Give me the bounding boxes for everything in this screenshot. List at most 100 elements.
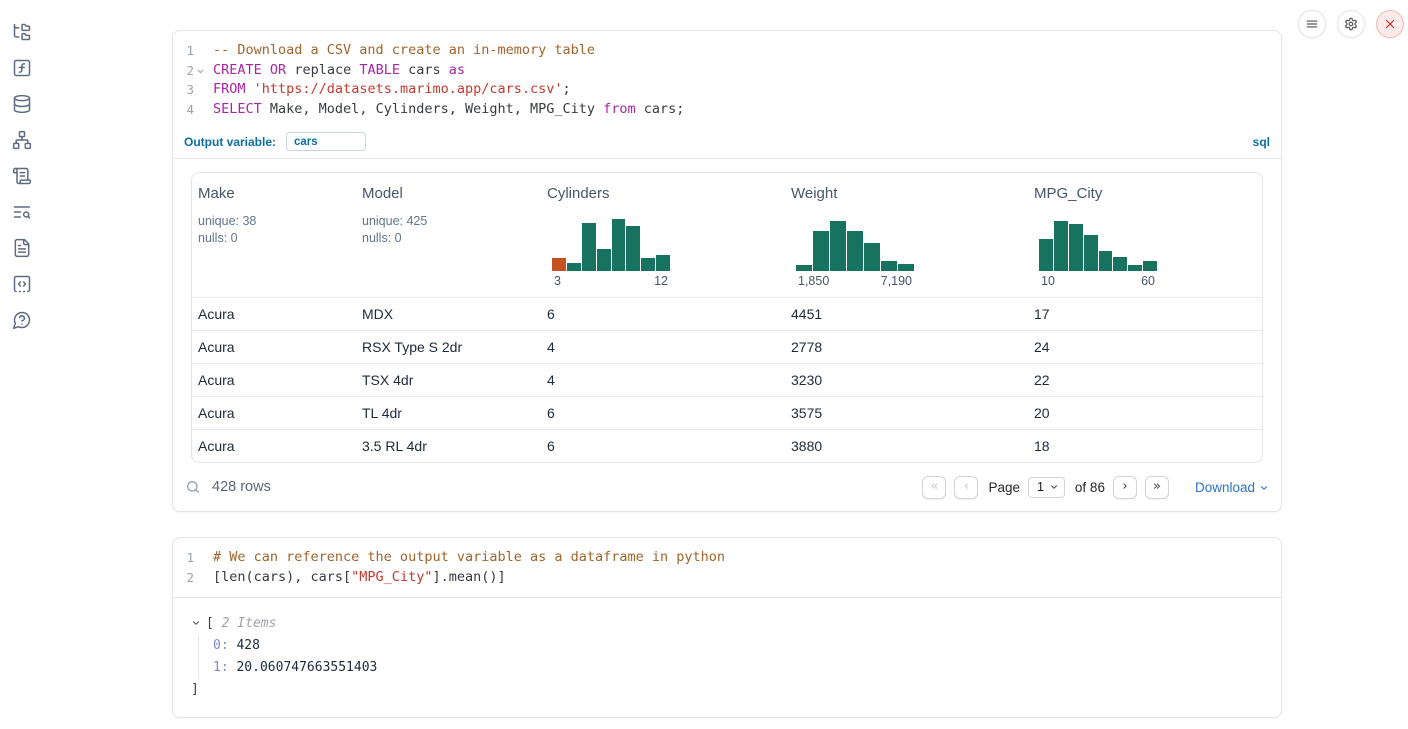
last-page-button[interactable]: » [1145, 476, 1169, 499]
panel-logs[interactable] [12, 202, 32, 222]
code-text: SELECT Make, Model, Cylinders, Weight, M… [213, 100, 684, 120]
histogram-bar [1099, 251, 1113, 271]
table-cell: RSX Type S 2dr [356, 339, 541, 355]
table-cell: 6 [541, 438, 785, 454]
column-header-make[interactable]: Makeunique: 38nulls: 0 [192, 173, 356, 297]
sql-code-editor[interactable]: 1-- Download a CSV and create an in-memo… [173, 31, 1281, 128]
search-button[interactable] [181, 475, 205, 499]
output-variable-label: Output variable: [184, 135, 276, 149]
histogram-bar [1113, 257, 1127, 271]
python-code-editor[interactable]: 1# We can reference the output variable … [173, 538, 1281, 596]
tree-open-bracket: [ [206, 616, 214, 631]
panel-documentation[interactable] [12, 238, 32, 258]
line-number: 2 [173, 568, 194, 588]
fold-toggle[interactable] [196, 67, 205, 76]
table-cell: 4451 [785, 306, 1028, 322]
table-cell: 18 [1028, 438, 1262, 454]
column-stats: unique: 425nulls: 0 [362, 213, 535, 246]
line-number: 2 [173, 61, 194, 81]
table-row: AcuraRSX Type S 2dr4277824 [192, 330, 1262, 363]
histogram-bars [552, 218, 670, 271]
code-text: # We can reference the output variable a… [213, 548, 725, 568]
histogram-axis-labels: 3 12 [552, 274, 670, 288]
histogram-bar [847, 231, 863, 271]
panel-snippets[interactable] [12, 274, 32, 294]
histogram-bar [1039, 239, 1053, 271]
output-variable-input[interactable] [286, 132, 366, 151]
table-cell: 20 [1028, 405, 1262, 421]
output-variable-row: Output variable: sql [173, 128, 1281, 158]
column-header-model[interactable]: Model unique: 425nulls: 0 [356, 173, 541, 297]
panel-scratchpad[interactable] [12, 166, 32, 186]
table-cell: 6 [541, 405, 785, 421]
code-text: [len(cars), cars["MPG_City"].mean()] [213, 568, 506, 588]
column-header-weight[interactable]: Weight1,8507,190 [785, 173, 1028, 297]
tree-entry: 1: 20.060747663551403 [213, 657, 1263, 679]
sidebar [0, 0, 44, 729]
hist-min-label: 3 [554, 274, 561, 288]
help-bubble-icon [12, 310, 32, 330]
shutdown-button[interactable] [1376, 10, 1404, 38]
column-histogram: 1060 [1039, 218, 1157, 288]
column-histogram: 3 12 [552, 218, 670, 288]
gear-icon [1344, 17, 1358, 31]
histogram-bar [864, 243, 880, 271]
panel-help[interactable] [12, 310, 32, 330]
tree-entry-value: 20.060747663551403 [229, 660, 378, 675]
hist-min-label: 1,850 [798, 274, 829, 288]
menu-button[interactable] [1298, 10, 1326, 38]
code-line: 1-- Download a CSV and create an in-memo… [173, 41, 1281, 61]
tree-root-line: [ 2 Items [191, 613, 1263, 635]
histogram-bar [597, 249, 611, 271]
table-row: AcuraTL 4dr6357520 [192, 396, 1262, 429]
python-cell: 1# We can reference the output variable … [172, 537, 1282, 717]
code-line: 2 [len(cars), cars["MPG_City"].mean()] [173, 568, 1281, 588]
line-number: 1 [173, 41, 194, 61]
column-header-cylinders[interactable]: Cylinders312 [541, 173, 785, 297]
column-header-mpg_city[interactable]: MPG_City1060 [1028, 173, 1262, 297]
download-button[interactable]: Download [1195, 480, 1269, 495]
text-search-icon [12, 202, 32, 222]
table-cell: 3880 [785, 438, 1028, 454]
next-page-button[interactable]: › [1113, 476, 1137, 499]
histogram-bars [796, 218, 914, 271]
code-snippet-icon [12, 274, 32, 294]
histogram-bar [1069, 224, 1083, 271]
table-cell: 6 [541, 306, 785, 322]
file-tree-icon [12, 22, 32, 42]
histogram-bar [641, 258, 655, 271]
tree-items-count: 2 Items [222, 616, 277, 631]
data-table: Makeunique: 38nulls: 0 Model unique: 425nu… [191, 172, 1263, 463]
table-cell: 3230 [785, 372, 1028, 388]
table-cell: MDX [356, 306, 541, 322]
database-icon [12, 94, 32, 114]
page-select-value: 1 [1037, 480, 1044, 494]
table-cell: 3.5 RL 4dr [356, 438, 541, 454]
row-count: 428 rows [212, 479, 271, 495]
tree-entry-key: 0: [213, 638, 229, 653]
python-cell-output: [ 2 Items 0: 4281: 20.060747663551403 ] [173, 598, 1281, 717]
settings-button[interactable] [1337, 10, 1365, 38]
first-page-button[interactable]: « [922, 476, 946, 499]
table-cell: Acura [192, 306, 356, 322]
chevron-down-icon [196, 67, 205, 76]
panel-file-explorer[interactable] [12, 22, 32, 42]
column-title: Model [362, 185, 535, 202]
table-body: AcuraMDX6445117AcuraRSX Type S 2dr427782… [192, 297, 1262, 462]
tree-entry: 0: 428 [213, 635, 1263, 657]
page-select[interactable]: 1 [1028, 477, 1065, 498]
pagination: « ‹ Page 1 of 86 › » Download [922, 476, 1269, 499]
panel-variables[interactable] [12, 58, 32, 78]
tree-collapse-button[interactable] [191, 618, 201, 628]
histogram-bar [567, 263, 581, 271]
table-row: AcuraTSX 4dr4323022 [192, 363, 1262, 396]
language-badge: sql [1253, 135, 1270, 149]
tree-entry-key: 1: [213, 660, 229, 675]
table-cell: Acura [192, 438, 356, 454]
panel-dependencies[interactable] [12, 130, 32, 150]
code-line: 4SELECT Make, Model, Cylinders, Weight, … [173, 100, 1281, 120]
panel-datasources[interactable] [12, 94, 32, 114]
hist-max-label: 12 [654, 274, 668, 288]
prev-page-button[interactable]: ‹ [954, 476, 978, 499]
histogram-bar [582, 223, 596, 271]
